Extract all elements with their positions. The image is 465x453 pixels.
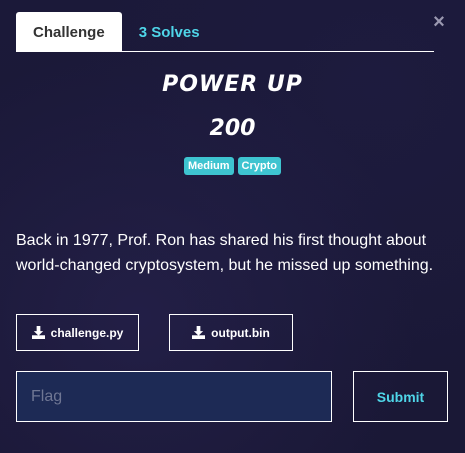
- flag-input[interactable]: [16, 371, 332, 422]
- file-name-label: challenge.py: [50, 325, 124, 340]
- tab-solves[interactable]: 3 Solves: [122, 12, 217, 52]
- tab-solves-label: 3 Solves: [138, 23, 200, 41]
- download-challenge-py-button[interactable]: challenge.py: [16, 314, 139, 351]
- file-name-label: output.bin: [211, 325, 270, 340]
- download-icon: [31, 326, 45, 339]
- challenge-value: 200: [209, 116, 256, 141]
- tab-bar: Challenge 3 Solves: [16, 12, 434, 52]
- tab-challenge-label: Challenge: [33, 23, 105, 41]
- tab-challenge[interactable]: Challenge: [16, 12, 122, 52]
- challenge-tags: Medium Crypto: [0, 157, 465, 175]
- challenge-description: Back in 1977, Prof. Ron has shared his f…: [16, 232, 434, 274]
- challenge-name: Power Up: [162, 72, 303, 97]
- download-icon: [192, 326, 206, 339]
- tag-difficulty: Medium: [183, 157, 234, 175]
- download-output-bin-button[interactable]: output.bin: [169, 314, 293, 351]
- submit-button[interactable]: Submit: [353, 371, 448, 422]
- tag-category: Crypto: [237, 157, 281, 175]
